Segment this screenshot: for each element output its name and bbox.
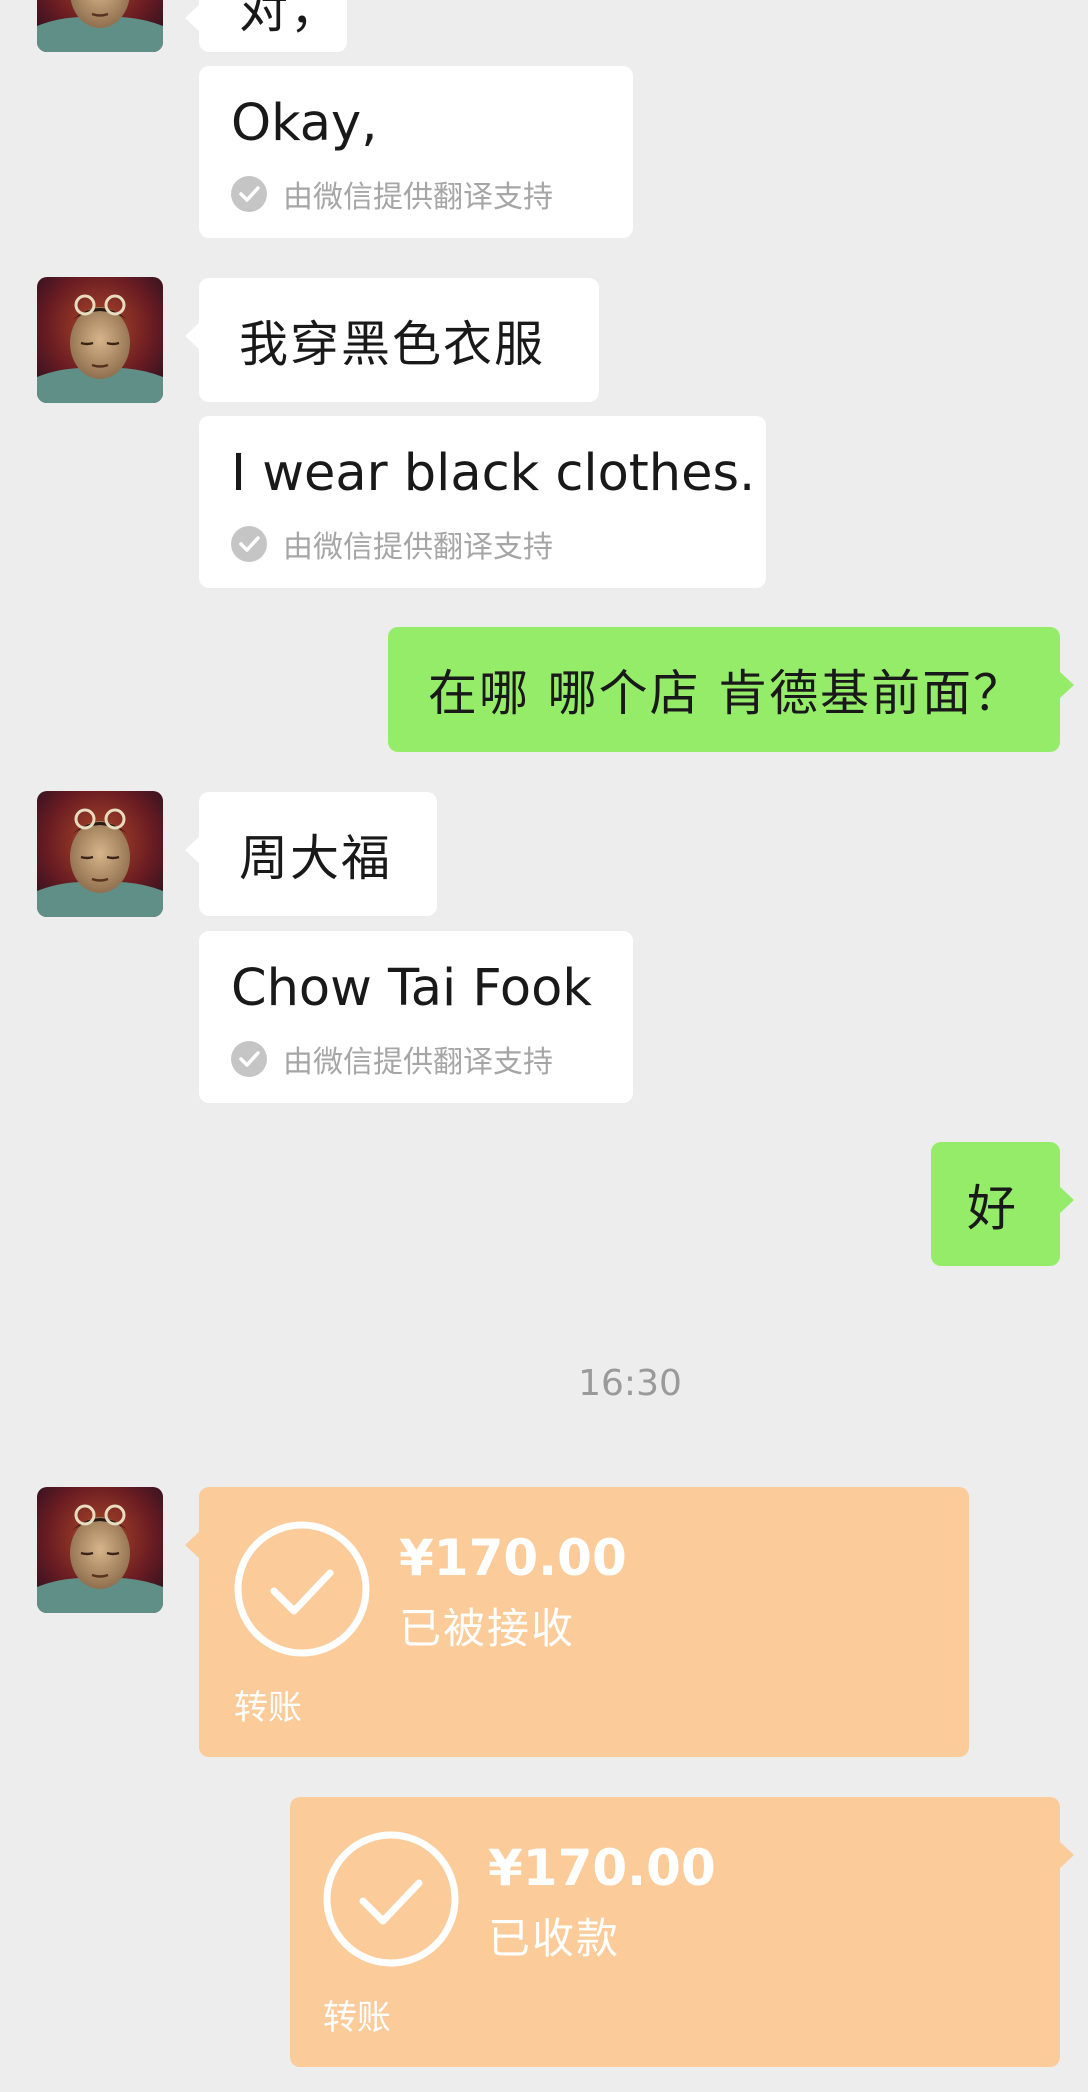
translation-note-text: 由微信提供翻译支持 — [283, 180, 553, 215]
transfer-amount: ¥170.00 — [399, 1529, 627, 1587]
message-text: 对， — [239, 0, 342, 39]
translation-bubble[interactable]: Chow Tai Fook 由微信提供翻译支持 — [199, 931, 633, 1103]
check-circle-icon — [231, 176, 267, 212]
message-text: 在哪 哪个店 肯德基前面？ — [428, 665, 1025, 722]
message-text: 好 — [967, 1179, 1019, 1237]
contact-avatar[interactable] — [37, 1487, 163, 1613]
translation-note: 由微信提供翻译支持 — [231, 1037, 553, 1081]
message-text: 周大福 — [239, 829, 393, 887]
check-circle-icon — [323, 1831, 459, 1967]
translation-bubble[interactable]: Okay, 由微信提供翻译支持 — [199, 66, 633, 238]
message-bubble-incoming[interactable]: 周大福 — [185, 792, 437, 916]
contact-avatar[interactable] — [37, 791, 163, 917]
translation-note-text: 由微信提供翻译支持 — [283, 530, 553, 565]
transfer-card-incoming[interactable]: ¥170.00 已被接收 转账 — [185, 1487, 969, 1757]
translation-note: 由微信提供翻译支持 — [231, 172, 553, 216]
message-bubble-incoming[interactable]: 对， — [185, 0, 347, 52]
contact-avatar[interactable] — [37, 277, 163, 403]
translation-note: 由微信提供翻译支持 — [231, 522, 553, 566]
translation-note-text: 由微信提供翻译支持 — [283, 1045, 553, 1080]
check-circle-icon — [231, 526, 267, 562]
check-circle-icon — [231, 1041, 267, 1077]
translation-bubble[interactable]: I wear black clothes. 由微信提供翻译支持 — [199, 416, 766, 588]
transfer-status: 已被接收 — [399, 1604, 576, 1653]
message-bubble-incoming[interactable]: 我穿黑色衣服 — [185, 278, 599, 402]
message-text: 我穿黑色衣服 — [239, 315, 546, 373]
translation-text: Okay, — [231, 94, 378, 153]
transfer-label: 转账 — [323, 1998, 391, 2038]
contact-avatar[interactable] — [37, 0, 163, 52]
transfer-card-outgoing[interactable]: ¥170.00 已收款 转账 — [290, 1797, 1074, 2067]
translation-text: I wear black clothes. — [231, 444, 756, 503]
transfer-amount: ¥170.00 — [488, 1839, 716, 1897]
timestamp: 16:30 — [578, 1363, 682, 1404]
transfer-status: 已收款 — [488, 1914, 621, 1963]
transfer-label: 转账 — [234, 1688, 302, 1728]
message-bubble-outgoing[interactable]: 好 — [931, 1142, 1074, 1266]
check-circle-icon — [234, 1521, 370, 1657]
message-bubble-outgoing[interactable]: 在哪 哪个店 肯德基前面？ — [388, 627, 1074, 752]
translation-text: Chow Tai Fook — [231, 959, 592, 1018]
